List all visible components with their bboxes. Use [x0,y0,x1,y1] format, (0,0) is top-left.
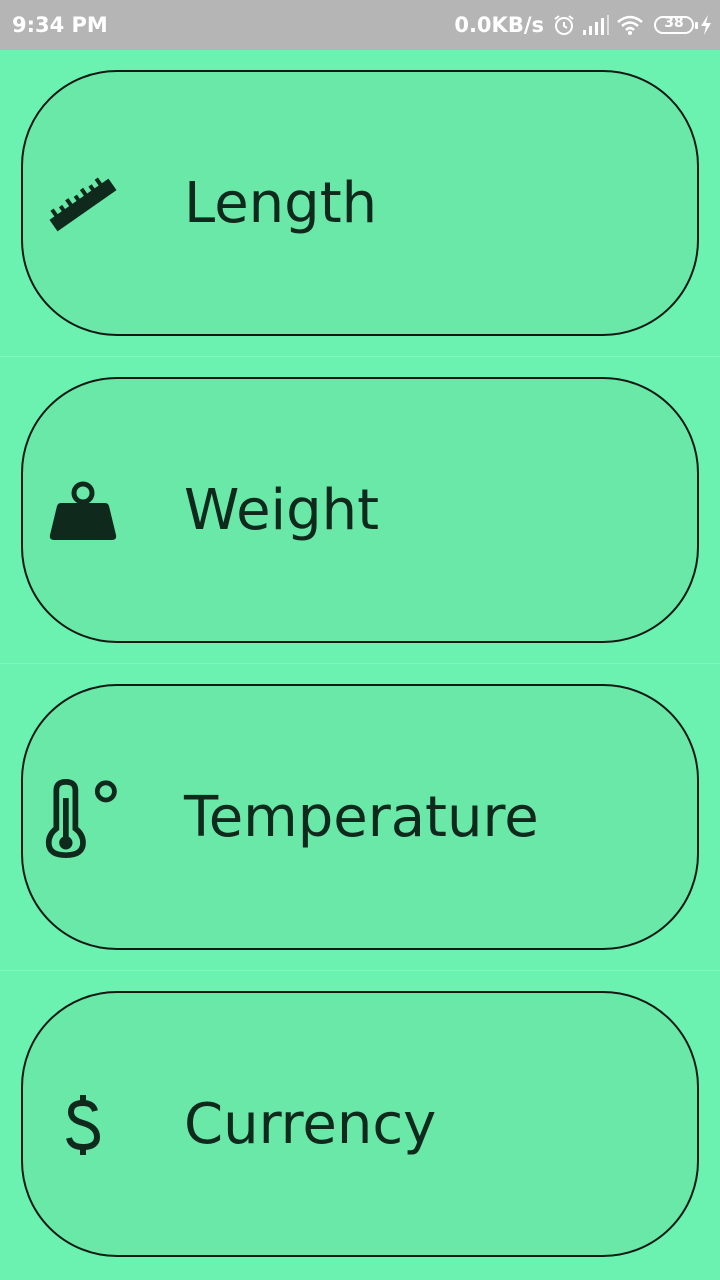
weight-icon [43,472,123,552]
list-item: Currency [0,971,720,1278]
status-bar: 9:34 PM 0.0KB/s 38 [0,0,720,50]
status-time: 9:34 PM [12,13,108,37]
network-speed: 0.0KB/s [454,13,544,37]
alarm-icon [552,13,576,37]
weight-label: Weight [184,478,380,543]
battery-icon: 38 [654,15,698,34]
list-item: Temperature [0,664,720,971]
charging-icon [700,14,712,36]
thermometer-icon [43,778,123,859]
dollar-icon [43,1086,123,1166]
currency-card[interactable]: Currency [21,991,699,1257]
battery-level: 38 [664,15,684,31]
signal-icon [582,14,610,36]
temperature-card[interactable]: Temperature [21,684,699,950]
length-card[interactable]: Length [21,70,699,336]
ruler-icon [43,165,123,245]
list-item: Weight [0,357,720,664]
currency-label: Currency [184,1092,437,1157]
list-item: Length [0,50,720,357]
length-label: Length [184,171,378,236]
category-list: Length Weight Temperature Currency [0,50,720,1278]
status-icons: 0.0KB/s 38 [454,10,712,40]
wifi-icon [616,14,644,36]
weight-card[interactable]: Weight [21,377,699,643]
temperature-label: Temperature [184,785,539,850]
